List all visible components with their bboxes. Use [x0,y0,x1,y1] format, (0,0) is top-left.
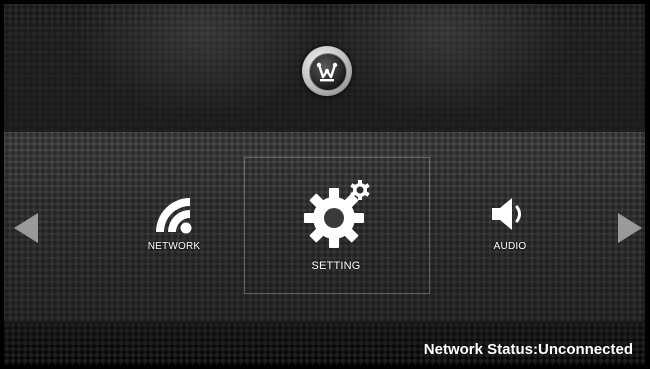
gear-icon [304,180,370,248]
menu-item-label: NETWORK [147,241,201,252]
menu-item-setting[interactable]: SETTING [296,176,376,276]
previous-arrow[interactable] [12,211,40,250]
arrow-left-icon [14,213,38,243]
menu-item-label: SETTING [311,260,361,272]
menu-item-label: AUDIO [493,241,527,252]
next-arrow[interactable] [616,211,644,250]
speaker-icon [492,198,521,230]
tv-menu-screen: NETWORK SETTING AUDIO Network Status:Unc… [4,4,645,365]
w-logo-icon [316,62,338,82]
network-status-text: Network Status:Unconnected [423,341,633,358]
arrow-right-icon [618,213,642,243]
menu-item-network[interactable]: NETWORK [144,194,204,264]
brand-logo [302,46,352,96]
wifi-icon [156,198,192,234]
menu-item-audio[interactable]: AUDIO [480,194,540,264]
